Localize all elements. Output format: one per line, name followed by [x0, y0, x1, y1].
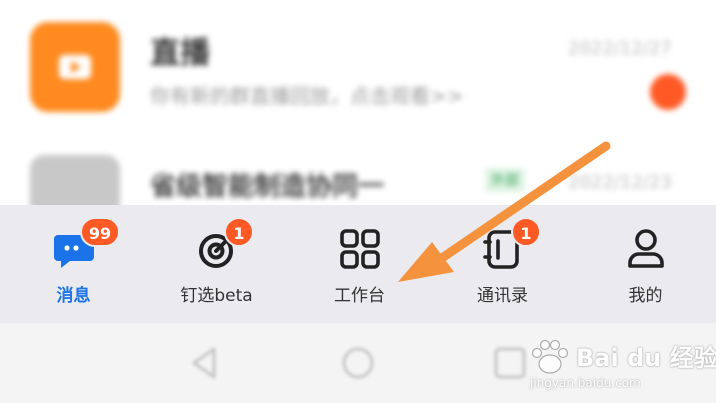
unread-dot [650, 74, 686, 110]
tab-pinned[interactable]: 1 钉选beta [145, 205, 288, 323]
back-icon[interactable] [186, 345, 222, 381]
tab-label: 钉选beta [180, 286, 253, 306]
person-icon [624, 227, 668, 271]
chat-title: 省级智能制造协同一 [150, 172, 385, 202]
chat-list-blur-layer: 直播 你有新的群直播回放，点击观看>> 2022/12/27 省级智能制造协同一… [0, 0, 716, 205]
chat-time: 2022/12/23 [568, 172, 672, 193]
chat-list: 直播 你有新的群直播回放，点击观看>> 2022/12/27 省级智能制造协同一… [0, 0, 716, 205]
external-tag: 外部 [485, 168, 525, 192]
recents-icon[interactable] [492, 345, 528, 381]
tab-label: 工作台 [334, 286, 385, 306]
chat-title: 直播 [150, 36, 210, 71]
tab-profile[interactable]: 我的 [574, 205, 716, 323]
chat-preview: 你有新的群直播回放，点击观看>> [150, 84, 464, 108]
chat-time: 2022/12/27 [568, 38, 672, 59]
unread-badge: 1 [511, 217, 541, 247]
unread-badge: 1 [224, 217, 254, 247]
tab-messages[interactable]: 99 消息 [2, 205, 145, 323]
tab-label: 消息 [56, 286, 91, 306]
tab-label: 我的 [628, 286, 663, 306]
baidu-jingyan-watermark: Bai du 经验 jingyan.baidu.com [528, 338, 716, 394]
tab-contacts[interactable]: 1 通讯录 [431, 205, 574, 323]
grid-apps-icon [338, 227, 382, 271]
group-avatar [30, 155, 120, 205]
live-video-icon [30, 22, 120, 112]
play-icon [59, 55, 91, 79]
tab-workbench[interactable]: 工作台 [288, 205, 431, 323]
watermark-url: jingyan.baidu.com [530, 376, 641, 390]
tab-label: 通讯录 [477, 286, 528, 306]
paw-logo-icon [531, 339, 569, 374]
unread-badge: 99 [80, 217, 120, 247]
bottom-tab-bar: 99 消息 1 钉选beta 工作台 1 通讯录 我的 [0, 205, 716, 323]
home-icon[interactable] [340, 345, 376, 381]
watermark-brand: Bai du 经验 [576, 344, 716, 372]
